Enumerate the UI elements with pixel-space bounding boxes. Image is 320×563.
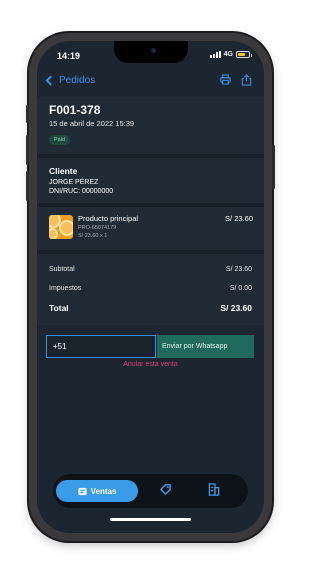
tax-label: Impuestos (49, 285, 82, 292)
tag-icon[interactable] (159, 483, 172, 496)
camera (151, 48, 156, 53)
product-price: S/ 23.60 (225, 214, 253, 223)
battery-icon (236, 51, 252, 58)
total-row: Total S/ 23.60 (49, 298, 252, 317)
product-sku: PRO-65074179 (78, 225, 117, 231)
send-whatsapp-button[interactable]: Enviar por Whatsapp (157, 335, 254, 358)
building-icon[interactable] (208, 483, 220, 496)
tab-ventas[interactable]: Ventas (56, 480, 138, 502)
status-badge: Paid (49, 135, 71, 145)
signal-icon (209, 51, 221, 58)
client-section: Cliente JORGE PÉREZ DNI/RUC: 00000000 (37, 158, 264, 203)
home-indicator[interactable] (110, 518, 191, 521)
phone-input[interactable] (46, 335, 156, 358)
notch (114, 41, 188, 63)
tab-ventas-label: Ventas (90, 486, 117, 496)
order-date: 15 de abril de 2022 15:39 (49, 119, 135, 128)
tax-value: S/ 0.00 (229, 285, 252, 292)
status-indicators: 4G (209, 51, 252, 58)
back-button[interactable]: Pedidos (45, 75, 96, 86)
subtotal-row: Subtotal S/ 23.60 (49, 260, 252, 279)
nav-bar: Pedidos (37, 71, 264, 95)
tax-row: Impuestos S/ 0.00 (49, 279, 252, 298)
network-type: 4G (223, 51, 233, 58)
order-number: F001-378 (49, 103, 101, 117)
client-title: Cliente (49, 166, 78, 176)
volume-up-button (26, 135, 29, 165)
side-button (26, 105, 29, 123)
power-button (272, 145, 275, 189)
product-row[interactable]: Producto principal PRO-65074179 S/ 23.60… (37, 207, 264, 250)
status-time: 14:19 (57, 51, 81, 61)
screen: 14:19 4G Pedidos F001-378 15 de abril de… (37, 41, 264, 533)
order-header: F001-378 15 de abril de 2022 15:39 Paid (37, 97, 264, 154)
whatsapp-section: Enviar por Whatsapp (37, 329, 264, 363)
tab-bar: Ventas (53, 474, 248, 508)
order-detail: F001-378 15 de abril de 2022 15:39 Paid … (37, 97, 264, 363)
sales-icon (78, 487, 87, 495)
nav-actions (220, 74, 252, 86)
subtotal-value: S/ 23.60 (225, 266, 252, 273)
product-name: Producto principal (78, 214, 139, 223)
back-label: Pedidos (59, 75, 96, 86)
product-info: Producto principal PRO-65074179 S/ 23.60… (78, 214, 138, 239)
totals-section: Subtotal S/ 23.60 Impuestos S/ 0.00 Tota… (37, 254, 264, 325)
total-label: Total (49, 302, 69, 313)
client-doc: DNI/RUC: 00000000 (49, 188, 114, 195)
cancel-sale-link[interactable]: Anular esta venta (37, 361, 264, 368)
product-thumbnail (49, 215, 73, 239)
client-name: JORGE PÉREZ (49, 179, 99, 186)
chevron-left-icon (45, 75, 56, 86)
subtotal-label: Subtotal (49, 266, 75, 273)
volume-down-button (26, 171, 29, 201)
printer-icon[interactable] (220, 74, 231, 85)
share-icon[interactable] (241, 74, 252, 86)
total-value: S/ 23.60 (220, 302, 252, 313)
product-qty: S/ 23.60 x 1 (78, 233, 108, 239)
